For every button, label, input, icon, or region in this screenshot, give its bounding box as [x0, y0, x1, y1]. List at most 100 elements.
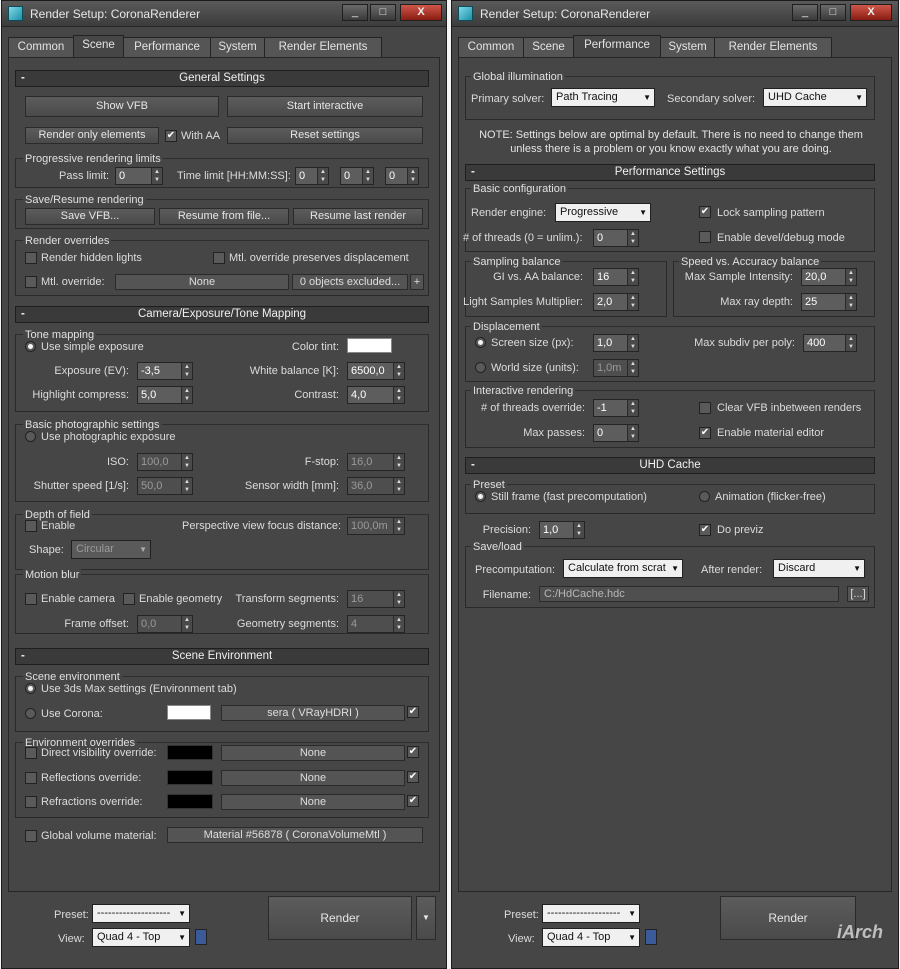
threads-spinner[interactable]: 0 ▲ ▼ — [593, 229, 639, 247]
add-exclusion-button[interactable]: + — [410, 274, 424, 290]
resume-from-file-button[interactable]: Resume from file... — [159, 208, 289, 225]
exposure-spinner[interactable]: -3,5 ▲ ▼ — [137, 362, 193, 380]
screen-size-spinner[interactable]: 1,0 ▲ ▼ — [593, 334, 639, 352]
tab-scene[interactable]: Scene — [523, 37, 574, 57]
close-button[interactable]: X — [850, 4, 892, 21]
camera-exposure-rollout[interactable]: - Camera/Exposure/Tone Mapping — [15, 306, 429, 323]
world-size-radio[interactable] — [475, 362, 486, 373]
spinner-arrows-icon[interactable]: ▲ ▼ — [393, 387, 404, 403]
direct-visibility-checkbox[interactable] — [25, 747, 37, 759]
sensor-width-spinner[interactable]: 36,0 ▲ ▼ — [347, 477, 405, 495]
spinner-arrows-icon[interactable]: ▲ ▼ — [627, 269, 638, 285]
spinner-arrows-icon[interactable]: ▲ ▼ — [845, 294, 856, 310]
max-ray-depth-spinner[interactable]: 25 ▲ ▼ — [801, 293, 857, 311]
lock-view-icon[interactable] — [195, 929, 207, 945]
objects-excluded-button[interactable]: 0 objects excluded... — [292, 274, 408, 290]
spinner-arrows-icon[interactable]: ▲ ▼ — [181, 363, 192, 379]
tab-common[interactable]: Common — [458, 37, 524, 57]
render-button[interactable]: Render — [268, 896, 412, 940]
secondary-solver-dropdown[interactable]: UHD Cache ▼ — [763, 88, 867, 107]
gi-aa-balance-spinner[interactable]: 16 ▲ ▼ — [593, 268, 639, 286]
transform-segments-spinner[interactable]: 16 ▲ ▼ — [347, 590, 405, 608]
precision-spinner[interactable]: 1,0 ▲ ▼ — [539, 521, 585, 539]
direct-visibility-map-button[interactable]: None — [221, 745, 405, 761]
simple-exposure-radio[interactable] — [25, 341, 36, 352]
animation-radio[interactable] — [699, 491, 710, 502]
spinner-arrows-icon[interactable]: ▲ ▼ — [393, 591, 404, 607]
lock-sampling-checkbox[interactable]: ✔ — [699, 206, 711, 218]
dof-enable-checkbox[interactable] — [25, 520, 37, 532]
reflections-swatch[interactable] — [167, 770, 213, 785]
color-tint-swatch[interactable] — [347, 338, 392, 353]
spinner-arrows-icon[interactable]: ▲ ▼ — [627, 294, 638, 310]
spinner-arrows-icon[interactable]: ▲ ▼ — [627, 360, 638, 376]
screen-size-radio[interactable] — [475, 337, 486, 348]
minimize-button[interactable]: _ — [342, 4, 368, 21]
iso-spinner[interactable]: 100,0 ▲ ▼ — [137, 453, 193, 471]
render-hidden-lights-checkbox[interactable] — [25, 252, 37, 264]
close-button[interactable]: X — [400, 4, 442, 21]
do-previz-checkbox[interactable]: ✔ — [699, 524, 711, 536]
lock-view-icon[interactable] — [645, 929, 657, 945]
with-aa-checkbox[interactable]: ✔ — [165, 130, 177, 142]
max-subdiv-spinner[interactable]: 400 ▲ ▼ — [803, 334, 857, 352]
preserve-displacement-checkbox[interactable] — [213, 252, 225, 264]
browse-filename-button[interactable]: [...] — [847, 586, 869, 602]
spinner-arrows-icon[interactable]: ▲ ▼ — [362, 168, 373, 184]
spinner-arrows-icon[interactable]: ▲ ▼ — [181, 616, 192, 632]
minimize-button[interactable]: _ — [792, 4, 818, 21]
world-size-spinner[interactable]: 1,0m ▲ ▼ — [593, 359, 639, 377]
still-frame-radio[interactable] — [475, 491, 486, 502]
spinner-arrows-icon[interactable]: ▲ ▼ — [627, 400, 638, 416]
tab-render-elements[interactable]: Render Elements — [264, 37, 382, 57]
save-vfb-button[interactable]: Save VFB... — [25, 208, 155, 225]
bokeh-shape-dropdown[interactable]: Circular ▼ — [71, 540, 151, 559]
spinner-arrows-icon[interactable]: ▲ ▼ — [181, 478, 192, 494]
spinner-arrows-icon[interactable]: ▲ ▼ — [393, 518, 404, 534]
spinner-arrows-icon[interactable]: ▲ ▼ — [317, 168, 328, 184]
material-editor-checkbox[interactable]: ✔ — [699, 427, 711, 439]
spinner-arrows-icon[interactable]: ▲ ▼ — [627, 230, 638, 246]
global-volume-material-button[interactable]: Material #56878 ( CoronaVolumeMtl ) — [167, 827, 423, 843]
spinner-arrows-icon[interactable]: ▲ ▼ — [393, 478, 404, 494]
photographic-exposure-radio[interactable] — [25, 431, 36, 442]
refractions-map-toggle[interactable]: ✔ — [407, 795, 419, 807]
override-material-button[interactable]: None — [115, 274, 289, 290]
enable-geometry-checkbox[interactable] — [123, 593, 135, 605]
time-hours-spinner[interactable]: 0 ▲ ▼ — [295, 167, 329, 185]
time-minutes-spinner[interactable]: 0 ▲ ▼ — [340, 167, 374, 185]
time-seconds-spinner[interactable]: 0 ▲ ▼ — [385, 167, 419, 185]
max-passes-spinner[interactable]: 0 ▲ ▼ — [593, 424, 639, 442]
use-3dsmax-radio[interactable] — [25, 683, 36, 694]
pass-limit-spinner[interactable]: 0 ▲ ▼ — [115, 167, 163, 185]
preset-dropdown[interactable]: -------------------- ▼ — [92, 904, 190, 923]
refractions-swatch[interactable] — [167, 794, 213, 809]
tab-system[interactable]: System — [210, 37, 265, 57]
tab-common[interactable]: Common — [8, 37, 74, 57]
tab-system[interactable]: System — [660, 37, 715, 57]
spinner-arrows-icon[interactable]: ▲ ▼ — [393, 454, 404, 470]
mtl-override-checkbox[interactable] — [25, 276, 37, 288]
preset-dropdown[interactable]: -------------------- ▼ — [542, 904, 640, 923]
precomputation-dropdown[interactable]: Calculate from scrat ▼ — [563, 559, 683, 578]
reflections-map-toggle[interactable]: ✔ — [407, 771, 419, 783]
corona-env-map-toggle[interactable]: ✔ — [407, 706, 419, 718]
render-options-dropdown[interactable]: ▼ — [416, 896, 436, 940]
spinner-arrows-icon[interactable]: ▲ ▼ — [393, 616, 404, 632]
highlight-compress-spinner[interactable]: 5,0 ▲ ▼ — [137, 386, 193, 404]
light-samples-spinner[interactable]: 2,0 ▲ ▼ — [593, 293, 639, 311]
fstop-spinner[interactable]: 16,0 ▲ ▼ — [347, 453, 405, 471]
spinner-arrows-icon[interactable]: ▲ ▼ — [393, 363, 404, 379]
maximize-button[interactable]: □ — [370, 4, 396, 21]
spinner-arrows-icon[interactable]: ▲ ▼ — [845, 269, 856, 285]
resume-last-render-button[interactable]: Resume last render — [293, 208, 423, 225]
enable-camera-checkbox[interactable] — [25, 593, 37, 605]
reset-settings-button[interactable]: Reset settings — [227, 127, 423, 144]
corona-env-color-swatch[interactable] — [167, 705, 211, 720]
spinner-arrows-icon[interactable]: ▲ ▼ — [151, 168, 162, 184]
spinner-arrows-icon[interactable]: ▲ ▼ — [573, 522, 584, 538]
primary-solver-dropdown[interactable]: Path Tracing ▼ — [551, 88, 655, 107]
white-balance-spinner[interactable]: 6500,0 ▲ ▼ — [347, 362, 405, 380]
tab-performance[interactable]: Performance — [123, 37, 211, 57]
spinner-arrows-icon[interactable]: ▲ ▼ — [181, 387, 192, 403]
